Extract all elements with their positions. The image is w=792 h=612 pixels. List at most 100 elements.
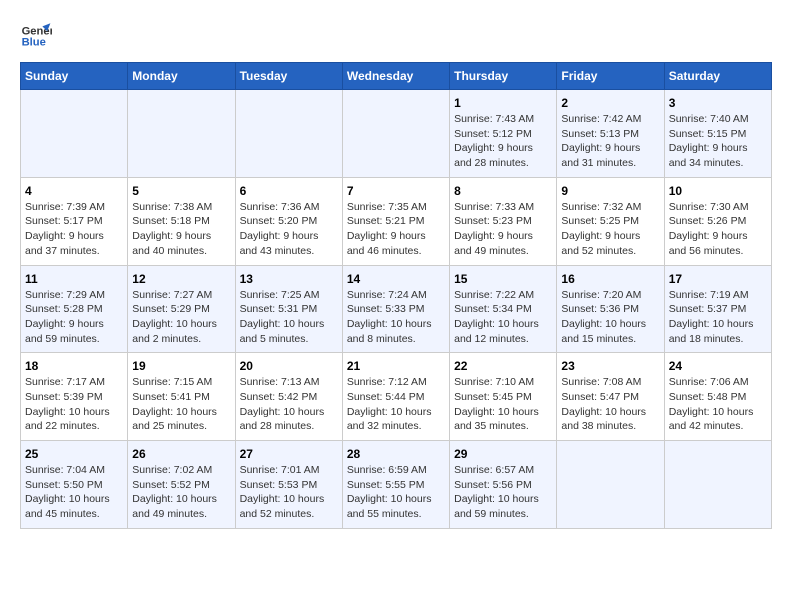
page-header: General Blue	[20, 20, 772, 52]
day-info: Sunrise: 7:08 AMSunset: 5:47 PMDaylight:…	[561, 375, 659, 434]
day-info: Sunrise: 7:01 AMSunset: 5:53 PMDaylight:…	[240, 463, 338, 522]
day-number: 11	[25, 272, 123, 286]
calendar-cell: 3 Sunrise: 7:40 AMSunset: 5:15 PMDaylight…	[664, 90, 771, 178]
calendar-cell: 13Sunrise: 7:25 AMSunset: 5:31 PMDayligh…	[235, 265, 342, 353]
calendar-cell: 14 Sunrise: 7:24 AMSunset: 5:33 PMDayligh…	[342, 265, 449, 353]
day-info: Sunrise: 7:36 AMSunset: 5:20 PMDaylight:…	[240, 200, 338, 259]
day-number: 15	[454, 272, 552, 286]
day-info: Sunrise: 6:57 AMSunset: 5:56 PMDaylight:…	[454, 463, 552, 522]
day-number: 17	[669, 272, 767, 286]
day-info: Sunrise: 6:59 AMSunset: 5:55 PMDaylight:…	[347, 463, 445, 522]
calendar-cell: 27 Sunrise: 7:01 AMSunset: 5:53 PMDayligh…	[235, 441, 342, 529]
day-info: Sunrise: 7:10 AMSunset: 5:45 PMDaylight:…	[454, 375, 552, 434]
svg-text:Blue: Blue	[22, 37, 46, 49]
calendar-cell	[342, 90, 449, 178]
calendar-cell: 26Sunrise: 7:02 AMSunset: 5:52 PMDayligh…	[128, 441, 235, 529]
calendar-week-3: 11 Sunrise: 7:29 AMSunset: 5:28 PMDayligh…	[21, 265, 772, 353]
weekday-header-friday: Friday	[557, 63, 664, 90]
day-info: Sunrise: 7:33 AMSunset: 5:23 PMDaylight:…	[454, 200, 552, 259]
calendar-cell: 21 Sunrise: 7:12 AMSunset: 5:44 PMDayligh…	[342, 353, 449, 441]
day-info: Sunrise: 7:22 AMSunset: 5:34 PMDaylight:…	[454, 288, 552, 347]
calendar-cell: 19 Sunrise: 7:15 AMSunset: 5:41 PMDayligh…	[128, 353, 235, 441]
day-number: 12	[132, 272, 230, 286]
calendar-cell: 25 Sunrise: 7:04 AMSunset: 5:50 PMDayligh…	[21, 441, 128, 529]
weekday-header-wednesday: Wednesday	[342, 63, 449, 90]
day-info: Sunrise: 7:35 AMSunset: 5:21 PMDaylight:…	[347, 200, 445, 259]
calendar-cell: 7 Sunrise: 7:35 AMSunset: 5:21 PMDaylight…	[342, 177, 449, 265]
day-info: Sunrise: 7:19 AMSunset: 5:37 PMDaylight:…	[669, 288, 767, 347]
day-info: Sunrise: 7:29 AMSunset: 5:28 PMDaylight:…	[25, 288, 123, 347]
day-number: 25	[25, 447, 123, 461]
calendar-week-4: 18 Sunrise: 7:17 AMSunset: 5:39 PMDayligh…	[21, 353, 772, 441]
day-number: 22	[454, 359, 552, 373]
day-number: 29	[454, 447, 552, 461]
calendar-cell: 28 Sunrise: 6:59 AMSunset: 5:55 PMDayligh…	[342, 441, 449, 529]
calendar-table: SundayMondayTuesdayWednesdayThursdayFrid…	[20, 62, 772, 529]
calendar-week-5: 25 Sunrise: 7:04 AMSunset: 5:50 PMDayligh…	[21, 441, 772, 529]
calendar-cell: 20 Sunrise: 7:13 AMSunset: 5:42 PMDayligh…	[235, 353, 342, 441]
calendar-cell: 1Sunrise: 7:43 AMSunset: 5:12 PMDaylight…	[450, 90, 557, 178]
day-number: 4	[25, 184, 123, 198]
day-info: Sunrise: 7:30 AMSunset: 5:26 PMDaylight:…	[669, 200, 767, 259]
calendar-cell	[128, 90, 235, 178]
weekday-header-monday: Monday	[128, 63, 235, 90]
day-number: 21	[347, 359, 445, 373]
calendar-cell: 10Sunrise: 7:30 AMSunset: 5:26 PMDayligh…	[664, 177, 771, 265]
day-info: Sunrise: 7:39 AMSunset: 5:17 PMDaylight:…	[25, 200, 123, 259]
calendar-cell: 17 Sunrise: 7:19 AMSunset: 5:37 PMDayligh…	[664, 265, 771, 353]
calendar-cell: 18 Sunrise: 7:17 AMSunset: 5:39 PMDayligh…	[21, 353, 128, 441]
day-info: Sunrise: 7:15 AMSunset: 5:41 PMDaylight:…	[132, 375, 230, 434]
day-number: 6	[240, 184, 338, 198]
day-info: Sunrise: 7:43 AMSunset: 5:12 PMDaylight:…	[454, 112, 552, 171]
calendar-cell: 12Sunrise: 7:27 AMSunset: 5:29 PMDayligh…	[128, 265, 235, 353]
day-info: Sunrise: 7:25 AMSunset: 5:31 PMDaylight:…	[240, 288, 338, 347]
day-number: 28	[347, 447, 445, 461]
calendar-cell: 29 Sunrise: 6:57 AMSunset: 5:56 PMDayligh…	[450, 441, 557, 529]
day-info: Sunrise: 7:42 AMSunset: 5:13 PMDaylight:…	[561, 112, 659, 171]
day-number: 18	[25, 359, 123, 373]
day-number: 20	[240, 359, 338, 373]
day-number: 16	[561, 272, 659, 286]
calendar-cell: 15 Sunrise: 7:22 AMSunset: 5:34 PMDayligh…	[450, 265, 557, 353]
weekday-header-tuesday: Tuesday	[235, 63, 342, 90]
day-number: 14	[347, 272, 445, 286]
day-info: Sunrise: 7:24 AMSunset: 5:33 PMDaylight:…	[347, 288, 445, 347]
calendar-cell: 24 Sunrise: 7:06 AMSunset: 5:48 PMDayligh…	[664, 353, 771, 441]
calendar-cell: 16Sunrise: 7:20 AMSunset: 5:36 PMDayligh…	[557, 265, 664, 353]
day-info: Sunrise: 7:13 AMSunset: 5:42 PMDaylight:…	[240, 375, 338, 434]
calendar-cell	[664, 441, 771, 529]
day-info: Sunrise: 7:06 AMSunset: 5:48 PMDaylight:…	[669, 375, 767, 434]
day-number: 5	[132, 184, 230, 198]
calendar-cell	[557, 441, 664, 529]
day-number: 23	[561, 359, 659, 373]
day-number: 26	[132, 447, 230, 461]
day-number: 27	[240, 447, 338, 461]
calendar-week-2: 4 Sunrise: 7:39 AMSunset: 5:17 PMDaylight…	[21, 177, 772, 265]
calendar-cell: 6 Sunrise: 7:36 AMSunset: 5:20 PMDaylight…	[235, 177, 342, 265]
calendar-cell: 5 Sunrise: 7:38 AMSunset: 5:18 PMDaylight…	[128, 177, 235, 265]
day-number: 24	[669, 359, 767, 373]
calendar-body: 1Sunrise: 7:43 AMSunset: 5:12 PMDaylight…	[21, 90, 772, 529]
day-info: Sunrise: 7:17 AMSunset: 5:39 PMDaylight:…	[25, 375, 123, 434]
day-info: Sunrise: 7:40 AMSunset: 5:15 PMDaylight:…	[669, 112, 767, 171]
calendar-week-1: 1Sunrise: 7:43 AMSunset: 5:12 PMDaylight…	[21, 90, 772, 178]
day-number: 3	[669, 96, 767, 110]
day-number: 7	[347, 184, 445, 198]
day-info: Sunrise: 7:04 AMSunset: 5:50 PMDaylight:…	[25, 463, 123, 522]
day-number: 19	[132, 359, 230, 373]
calendar-cell: 23 Sunrise: 7:08 AMSunset: 5:47 PMDayligh…	[557, 353, 664, 441]
day-number: 9	[561, 184, 659, 198]
calendar-cell	[21, 90, 128, 178]
day-info: Sunrise: 7:32 AMSunset: 5:25 PMDaylight:…	[561, 200, 659, 259]
weekday-header-thursday: Thursday	[450, 63, 557, 90]
day-info: Sunrise: 7:38 AMSunset: 5:18 PMDaylight:…	[132, 200, 230, 259]
calendar-cell	[235, 90, 342, 178]
weekday-header-saturday: Saturday	[664, 63, 771, 90]
weekday-header-sunday: Sunday	[21, 63, 128, 90]
day-number: 8	[454, 184, 552, 198]
day-number: 2	[561, 96, 659, 110]
calendar-cell: 9 Sunrise: 7:32 AMSunset: 5:25 PMDaylight…	[557, 177, 664, 265]
logo-icon: General Blue	[20, 20, 52, 52]
calendar-cell: 8 Sunrise: 7:33 AMSunset: 5:23 PMDaylight…	[450, 177, 557, 265]
day-info: Sunrise: 7:12 AMSunset: 5:44 PMDaylight:…	[347, 375, 445, 434]
